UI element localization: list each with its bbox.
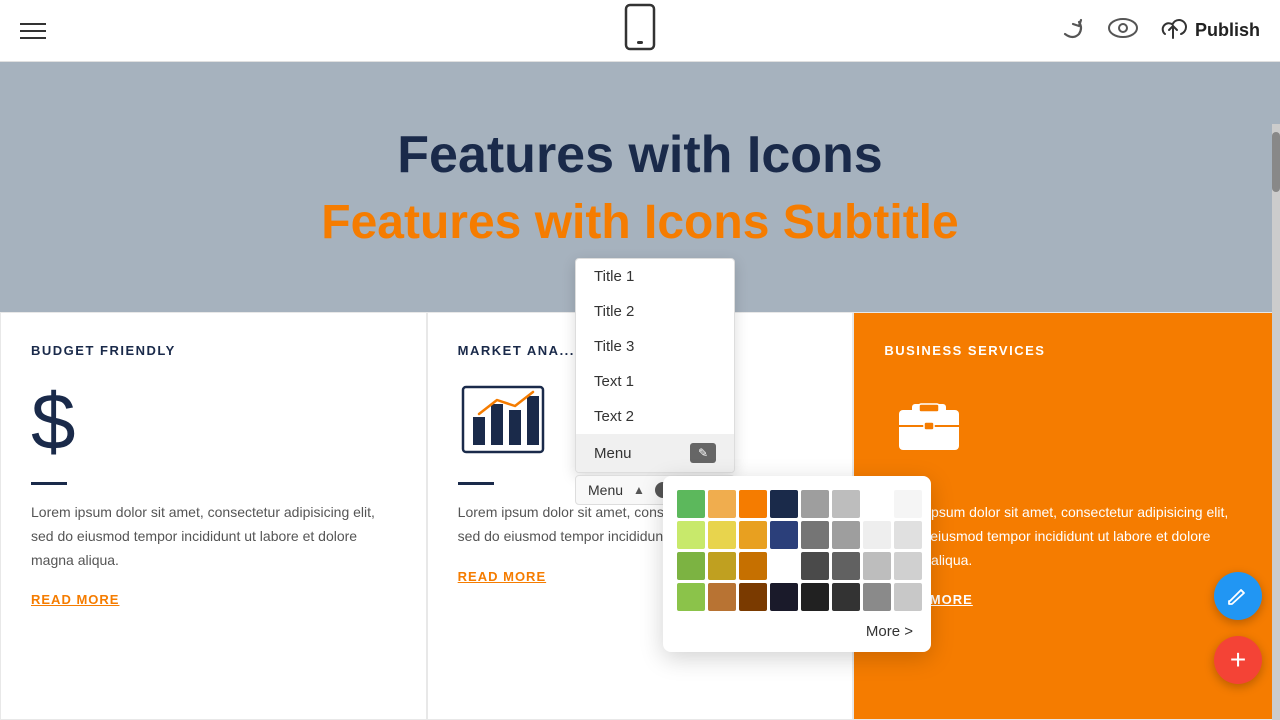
hero-title: Features with Icons — [397, 125, 882, 185]
color-swatch[interactable] — [801, 521, 829, 549]
color-swatch[interactable] — [801, 552, 829, 580]
color-picker: More > — [663, 476, 931, 652]
color-swatch[interactable] — [863, 552, 891, 580]
toolbar-left — [20, 23, 46, 39]
hero-subtitle: Features with Icons Subtitle — [321, 195, 958, 250]
dropdown-overlay: Title 1 Title 2 Title 3 Text 1 Text 2 Me… — [575, 258, 735, 505]
undo-icon[interactable] — [1059, 14, 1087, 48]
color-swatch[interactable] — [894, 521, 922, 549]
color-swatch[interactable] — [677, 490, 705, 518]
toolbar: Publish — [0, 0, 1280, 62]
briefcase-icon — [884, 382, 1249, 462]
color-swatch[interactable] — [708, 552, 736, 580]
dollar-icon: $ — [31, 382, 396, 462]
card-business-label: BUSINESS SERVICES — [884, 343, 1249, 358]
color-swatch[interactable] — [894, 552, 922, 580]
menu-icon[interactable] — [20, 23, 46, 39]
color-grid — [677, 490, 917, 611]
dropdown-item-title2[interactable]: Title 2 — [576, 294, 734, 329]
dropdown-item-text1[interactable]: Text 1 — [576, 364, 734, 399]
eye-icon[interactable] — [1107, 17, 1139, 45]
card-business-readmore[interactable]: READ MORE — [884, 592, 1249, 607]
more-colors-button[interactable]: More > — [677, 623, 917, 640]
dropdown-menu: Title 1 Title 2 Title 3 Text 1 Text 2 Me… — [575, 258, 735, 473]
color-swatch[interactable] — [708, 583, 736, 611]
color-swatch[interactable] — [801, 583, 829, 611]
scrollbar[interactable] — [1272, 124, 1280, 720]
fab-add-button[interactable]: + — [1214, 636, 1262, 684]
card-budget-label: BUDGET FRIENDLY — [31, 343, 396, 358]
color-swatch[interactable] — [708, 490, 736, 518]
toolbar-right: Publish — [1059, 14, 1260, 48]
menu-bar-label: Menu — [588, 482, 623, 498]
menu-chevron: ▲ — [633, 483, 645, 497]
cloud-upload-icon — [1159, 16, 1187, 45]
color-swatch[interactable] — [739, 583, 767, 611]
color-swatch[interactable] — [677, 521, 705, 549]
color-swatch[interactable] — [832, 521, 860, 549]
phone-icon — [624, 26, 656, 57]
fab-edit-button[interactable] — [1214, 572, 1262, 620]
color-swatch[interactable] — [801, 490, 829, 518]
card-business-text: Lorem ipsum dolor sit amet, consectetur … — [884, 501, 1249, 572]
color-swatch[interactable] — [832, 583, 860, 611]
card-budget: BUDGET FRIENDLY $ Lorem ipsum dolor sit … — [0, 312, 427, 720]
color-swatch[interactable] — [832, 490, 860, 518]
dropdown-item-menu[interactable]: Menu ✎ — [576, 434, 734, 472]
toolbar-center — [624, 3, 656, 58]
card-budget-readmore[interactable]: READ MORE — [31, 592, 396, 607]
publish-label: Publish — [1195, 20, 1260, 41]
plus-icon: + — [1230, 646, 1246, 674]
dropdown-item-title1[interactable]: Title 1 — [576, 259, 734, 294]
color-swatch[interactable] — [770, 521, 798, 549]
color-swatch[interactable] — [677, 552, 705, 580]
color-swatch[interactable] — [832, 552, 860, 580]
color-swatch[interactable] — [770, 490, 798, 518]
color-swatch[interactable] — [708, 521, 736, 549]
color-swatch[interactable] — [739, 490, 767, 518]
card-budget-text: Lorem ipsum dolor sit amet, consectetur … — [31, 501, 396, 572]
scrollbar-thumb[interactable] — [1272, 132, 1280, 192]
color-swatch[interactable] — [739, 521, 767, 549]
color-swatch[interactable] — [863, 583, 891, 611]
color-swatch[interactable] — [863, 521, 891, 549]
card-budget-divider — [31, 482, 67, 485]
color-swatch[interactable] — [770, 583, 798, 611]
publish-button[interactable]: Publish — [1159, 16, 1260, 45]
color-swatch[interactable] — [894, 490, 922, 518]
color-swatch[interactable] — [894, 583, 922, 611]
dropdown-item-text2[interactable]: Text 2 — [576, 399, 734, 434]
color-swatch[interactable] — [739, 552, 767, 580]
color-swatch[interactable] — [677, 583, 705, 611]
color-swatch[interactable] — [770, 552, 798, 580]
card-market-divider — [458, 482, 494, 485]
color-swatch[interactable] — [863, 490, 891, 518]
dropdown-edit-button[interactable]: ✎ — [690, 443, 716, 463]
dropdown-item-title3[interactable]: Title 3 — [576, 329, 734, 364]
